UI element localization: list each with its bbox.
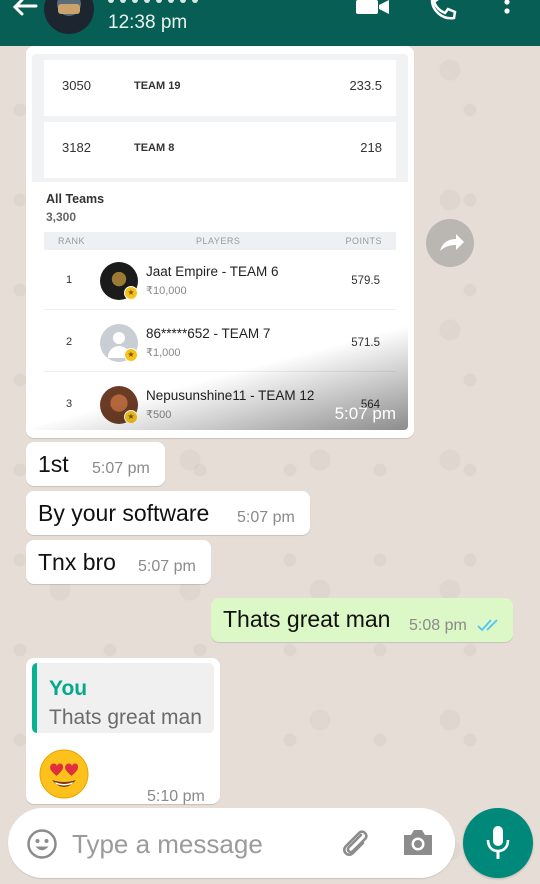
team-row: 3050 TEAM 19 233.5 — [44, 60, 396, 116]
outgoing-message-bubble[interactable]: Thats great man 5:08 pm — [211, 598, 513, 642]
player-rank: 3 — [66, 398, 73, 410]
team-rank: 3182 — [62, 140, 91, 155]
message-text: Tnx bro — [38, 549, 116, 575]
leaderboard-screenshot[interactable]: 3050 TEAM 19 233.5 3182 TEAM 8 218 All T… — [32, 54, 408, 430]
team-name: TEAM 19 — [134, 80, 181, 92]
player-row: 1 ★ Jaat Empire - TEAM 6 ₹10,000 579.5 — [44, 252, 396, 310]
message-text: Thats great man — [223, 606, 391, 632]
message-composer — [8, 808, 455, 878]
message-text: By your software — [38, 500, 210, 526]
rank-column-header: RANK — [58, 236, 86, 246]
player-name: Jaat Empire - TEAM 6 — [146, 264, 279, 279]
message-time: 5:07 pm — [237, 509, 295, 526]
team-points: 233.5 — [349, 78, 382, 93]
all-teams-card: All Teams 3,300 RANK PLAYERS POINTS 1 ★ … — [32, 182, 408, 430]
star-badge-icon: ★ — [124, 348, 138, 362]
player-winnings: ₹10,000 — [146, 285, 187, 297]
back-arrow-icon[interactable] — [10, 0, 38, 20]
player-rank: 1 — [66, 274, 73, 286]
points-column-header: POINTS — [345, 236, 382, 246]
player-row: 2 ★ 86*****652 - TEAM 7 ₹1,000 571.5 — [44, 314, 396, 372]
read-receipt-icon — [477, 619, 498, 632]
image-message-bubble[interactable]: 3050 TEAM 19 233.5 3182 TEAM 8 218 All T… — [26, 46, 414, 438]
message-time: 5:08 pm — [409, 617, 467, 634]
message-text: 1st — [38, 451, 69, 477]
paperclip-icon[interactable] — [338, 826, 372, 860]
message-time: 5:07 pm — [92, 460, 150, 477]
incoming-message-bubble[interactable]: By your software 5:07 pm — [26, 491, 310, 535]
team-rank: 3050 — [62, 78, 91, 93]
microphone-icon — [486, 826, 510, 859]
voice-record-button[interactable] — [463, 808, 533, 878]
message-time: 5:07 pm — [138, 558, 196, 575]
team-name: TEAM 8 — [134, 142, 175, 154]
message-time: 5:10 pm — [147, 788, 205, 805]
emoji-icon[interactable] — [26, 828, 58, 860]
chat-header: 12:38 pm — [0, 0, 540, 46]
incoming-message-bubble[interactable]: 1st 5:07 pm — [26, 442, 165, 486]
player-name: Nepusunshine11 - TEAM 12 — [146, 388, 315, 403]
player-points: 579.5 — [351, 275, 380, 287]
players-column-header: PLAYERS — [196, 236, 241, 246]
forward-button[interactable] — [426, 219, 474, 267]
team-points: 218 — [360, 140, 382, 155]
quoted-text: Thats great man — [49, 706, 202, 729]
incoming-message-bubble[interactable]: Tnx bro 5:07 pm — [26, 540, 211, 584]
quoted-author: You — [49, 677, 88, 700]
forward-arrow-icon — [440, 234, 464, 251]
star-badge-icon: ★ — [124, 286, 138, 300]
message-input[interactable] — [72, 824, 332, 864]
star-badge-icon: ★ — [124, 410, 138, 424]
video-call-icon[interactable] — [356, 0, 390, 16]
heart-eyes-emoji-icon — [39, 749, 89, 799]
more-vert-icon[interactable] — [500, 0, 514, 20]
player-name: 86*****652 - TEAM 7 — [146, 326, 271, 341]
reply-message-bubble[interactable]: You Thats great man 5:10 pm — [26, 658, 220, 805]
all-teams-count: 3,300 — [46, 210, 77, 224]
contact-name-cropped[interactable] — [108, 0, 308, 4]
contact-avatar[interactable] — [44, 0, 94, 34]
phone-icon[interactable] — [428, 0, 458, 20]
player-winnings: ₹500 — [146, 409, 172, 421]
all-teams-title: All Teams — [46, 192, 105, 206]
team-row: 3182 TEAM 8 218 — [44, 122, 396, 178]
player-rank: 2 — [66, 336, 73, 348]
camera-icon[interactable] — [401, 828, 435, 858]
last-seen-time: 12:38 pm — [108, 12, 188, 33]
player-points: 571.5 — [351, 337, 380, 349]
message-time: 5:07 pm — [334, 404, 396, 423]
quoted-message[interactable]: You Thats great man — [32, 663, 214, 733]
column-header-row: RANK PLAYERS POINTS — [44, 232, 396, 250]
player-winnings: ₹1,000 — [146, 347, 181, 359]
